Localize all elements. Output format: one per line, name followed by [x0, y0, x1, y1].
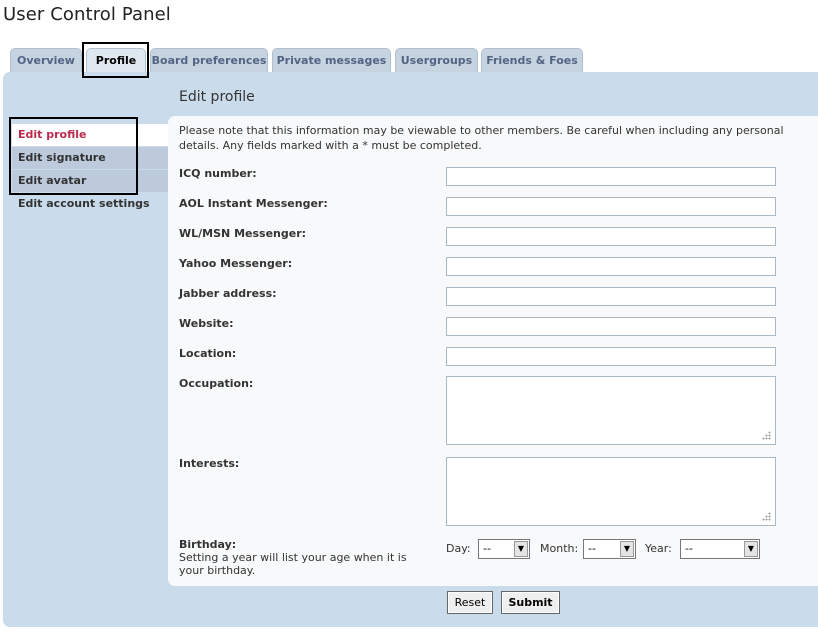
- location-input[interactable]: [446, 347, 776, 366]
- jabber-label: Jabber address:: [179, 287, 277, 300]
- tab-overview[interactable]: Overview: [10, 48, 82, 72]
- aim-label: AOL Instant Messenger:: [179, 197, 328, 210]
- submit-button[interactable]: Submit: [501, 591, 560, 614]
- tab-profile[interactable]: Profile: [86, 48, 146, 74]
- page-title: User Control Panel: [3, 4, 171, 25]
- icq-label: ICQ number:: [179, 167, 257, 180]
- sidebar-item-edit-signature[interactable]: Edit signature: [12, 147, 168, 169]
- sidebar-item-edit-account-settings[interactable]: Edit account settings: [12, 193, 168, 215]
- dropdown-arrow-icon[interactable]: ▼: [620, 541, 634, 557]
- year-select[interactable]: -- ▼: [680, 539, 760, 559]
- sidebar-menu: Edit profile Edit signature Edit avatar …: [12, 124, 168, 216]
- msn-input[interactable]: [446, 227, 776, 246]
- tab-board-preferences[interactable]: Board preferences: [150, 48, 268, 72]
- sidebar-item-edit-profile[interactable]: Edit profile: [12, 124, 168, 146]
- interests-textarea[interactable]: [446, 457, 776, 526]
- tab-friends-foes[interactable]: Friends & Foes: [481, 48, 583, 72]
- reset-button[interactable]: Reset: [447, 591, 493, 614]
- year-select-value: --: [685, 542, 693, 555]
- day-select[interactable]: -- ▼: [478, 539, 530, 559]
- aim-input[interactable]: [446, 197, 776, 216]
- birthday-label: Birthday:: [179, 538, 237, 551]
- occupation-textarea[interactable]: [446, 376, 776, 445]
- month-select-value: --: [588, 542, 596, 555]
- yahoo-label: Yahoo Messenger:: [179, 257, 293, 270]
- jabber-input[interactable]: [446, 287, 776, 306]
- section-title: Edit profile: [179, 89, 255, 105]
- website-label: Website:: [179, 317, 234, 330]
- month-select[interactable]: -- ▼: [583, 539, 636, 559]
- year-label: Year:: [645, 542, 672, 555]
- dropdown-arrow-icon[interactable]: ▼: [744, 541, 758, 557]
- day-select-value: --: [483, 542, 491, 555]
- resize-grip-icon[interactable]: [762, 431, 771, 440]
- interests-label: Interests:: [179, 457, 240, 470]
- dropdown-arrow-icon[interactable]: ▼: [514, 541, 528, 557]
- msn-label: WL/MSN Messenger:: [179, 227, 307, 240]
- tab-usergroups[interactable]: Usergroups: [395, 48, 478, 72]
- tab-private-messages[interactable]: Private messages: [272, 48, 391, 72]
- resize-grip-icon[interactable]: [762, 512, 771, 521]
- birthday-hint: Setting a year will list your age when i…: [179, 551, 407, 577]
- website-input[interactable]: [446, 317, 776, 336]
- notice-text: Please note that this information may be…: [179, 124, 784, 152]
- yahoo-input[interactable]: [446, 257, 776, 276]
- location-label: Location:: [179, 347, 237, 360]
- month-label: Month:: [540, 542, 579, 555]
- sidebar-item-edit-avatar[interactable]: Edit avatar: [12, 170, 168, 192]
- icq-input[interactable]: [446, 167, 776, 186]
- day-label: Day:: [446, 542, 471, 555]
- occupation-label: Occupation:: [179, 377, 254, 390]
